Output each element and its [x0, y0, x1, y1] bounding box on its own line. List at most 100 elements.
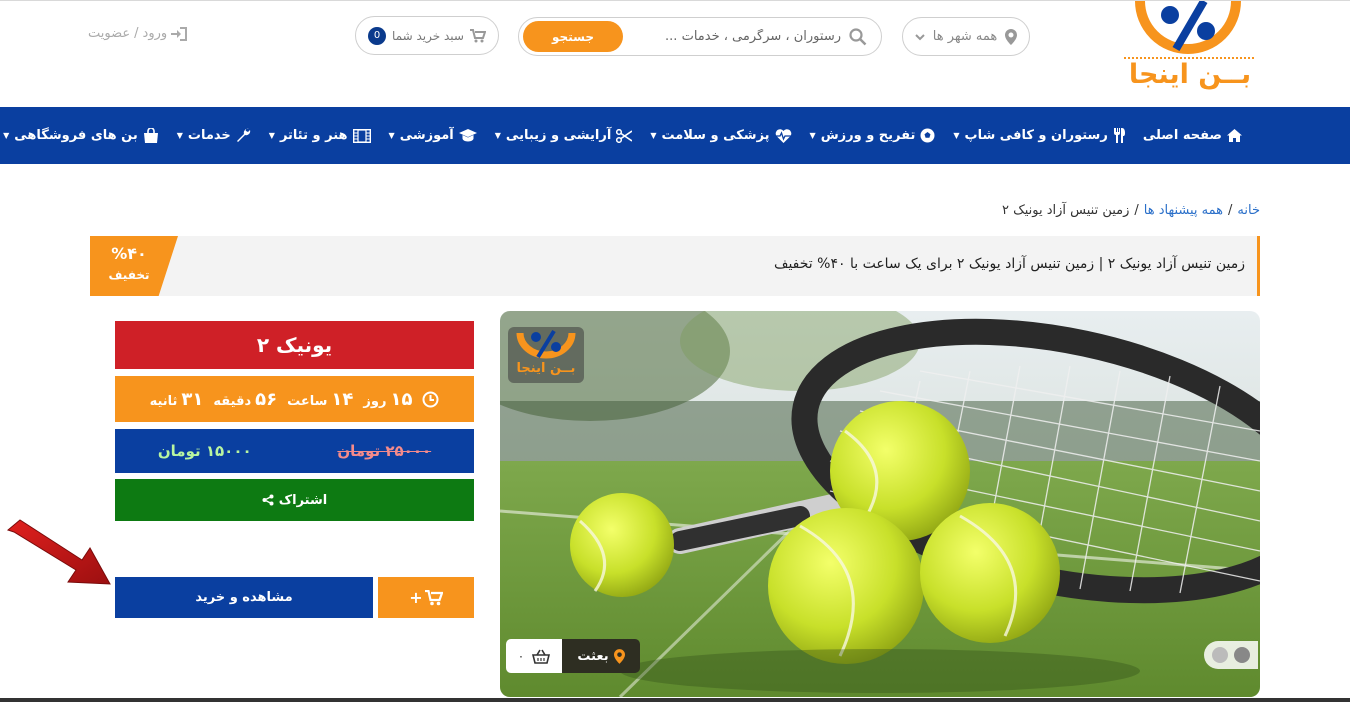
share-label: اشتراک — [278, 492, 328, 508]
countdown-seconds-value: ۳۱ — [181, 388, 204, 410]
countdown-hours: ۱۴ساعت — [287, 389, 353, 410]
nav-item-label: صفحه اصلی — [1142, 128, 1222, 143]
countdown-seconds: ۳۱ثانیه — [150, 389, 204, 410]
view-and-buy-button[interactable]: مشاهده و خرید — [115, 577, 373, 618]
countdown-seconds-label: ثانیه — [149, 393, 178, 409]
red-arrow-pointer — [6, 519, 111, 585]
deal-image[interactable]: بــن اینجا ۰ بعثت — [500, 311, 1260, 697]
add-to-cart-plus: + — [409, 588, 423, 607]
countdown-days: ۱۵روز — [363, 389, 412, 410]
caret-down-icon: ▼ — [388, 131, 395, 140]
breadcrumb-home[interactable]: خانه — [1237, 203, 1260, 218]
slider-dot[interactable] — [1212, 647, 1228, 663]
chevron-down-icon — [915, 33, 925, 40]
graduation-cap-icon — [458, 129, 477, 142]
nav-item-home[interactable]: صفحه اصلی — [1143, 128, 1242, 143]
caret-down-icon: ▼ — [268, 131, 275, 140]
nav-item-label: بن های فروشگاهی — [14, 128, 138, 143]
cart-label: سبد خرید شما — [392, 28, 464, 43]
cutlery-icon — [1113, 128, 1125, 143]
caret-down-icon: ▼ — [953, 131, 960, 140]
home-icon — [1227, 129, 1242, 142]
login-separator: / — [134, 26, 139, 41]
deal-name: یونیک ۲ — [115, 321, 474, 369]
nav-item-store-vouchers[interactable]: بن های فروشگاهی ▼ — [3, 128, 159, 143]
nav-item-label: تفریح و ورزش — [820, 128, 916, 143]
caret-down-icon: ▼ — [494, 131, 501, 140]
clock-icon — [422, 391, 439, 407]
image-watermark-text: بــن اینجا — [516, 361, 576, 376]
countdown-minutes: ۵۶دقیقه — [213, 389, 277, 410]
search-icon — [849, 27, 867, 45]
search-input[interactable] — [617, 29, 841, 44]
basket-count: ۰ — [517, 649, 525, 663]
deal-title-bar: زمین تنیس آزاد یونیک ۲ | زمین تنیس آزاد … — [90, 236, 1260, 296]
shopping-cart-icon — [424, 589, 443, 605]
register-link[interactable]: عضویت — [88, 26, 130, 41]
share-icon — [262, 494, 274, 506]
caret-down-icon: ▼ — [650, 131, 657, 140]
page-bottom-border — [0, 698, 1350, 702]
nav-item-label: پزشکی و سلامت — [661, 128, 770, 143]
discount-badge: %۴۰ تخفیف — [90, 236, 178, 296]
nav-item-education[interactable]: آموزشی ▼ — [389, 128, 477, 143]
countdown-minutes-label: دقیقه — [213, 393, 252, 409]
logo-text: بــن اینجا — [1128, 59, 1252, 90]
caret-down-icon: ▼ — [3, 131, 10, 140]
old-price: ۲۵۰۰۰ تومان — [337, 442, 432, 460]
cart-button[interactable]: سبد خرید شما 0 — [355, 16, 499, 55]
discount-percent: %۴۰ — [111, 244, 147, 263]
search-button[interactable]: جستجو — [523, 21, 623, 52]
basket-count-badge: ۰ — [506, 639, 562, 673]
discount-label: تخفیف — [108, 268, 150, 282]
nav-item-label: آموزشی — [399, 128, 454, 143]
login-register: ورود / عضویت — [88, 26, 188, 41]
map-marker-icon — [1005, 28, 1018, 45]
nav-item-beauty[interactable]: آرایشی و زیبایی ▼ — [495, 128, 633, 143]
nav-item-health[interactable]: پزشکی و سلامت ▼ — [650, 128, 791, 143]
nav-item-label: خدمات — [187, 128, 231, 143]
breadcrumb-separator: / — [1134, 203, 1139, 218]
caret-down-icon: ▼ — [176, 131, 183, 140]
nav-item-label: هنر و تئاتر — [279, 128, 348, 143]
city-select-label: همه شهر ها — [932, 29, 998, 44]
nav-item-label: آرایشی و زیبایی — [505, 128, 612, 143]
nav-item-services[interactable]: خدمات ▼ — [177, 128, 251, 143]
main-nav: صفحه اصلی رستوران و کافی شاپ ▼ تفریح و و… — [0, 107, 1350, 164]
shopping-bag-icon — [143, 128, 158, 143]
top-header: بــن اینجا همه شهر ها جستجو سبد خرید شما… — [0, 0, 1350, 107]
scissors-icon — [616, 128, 633, 143]
search-box: جستجو — [518, 17, 882, 56]
shopping-cart-icon — [469, 28, 486, 42]
countdown-hours-value: ۱۴ — [331, 388, 354, 410]
nav-item-label: رستوران و کافی شاپ — [964, 128, 1108, 143]
add-to-cart-button[interactable]: + — [378, 577, 474, 618]
location-label: بعثت — [577, 648, 609, 664]
basket-icon — [532, 649, 551, 664]
slider-dots — [1204, 641, 1258, 669]
countdown-timer: ۱۵روز ۱۴ساعت ۵۶دقیقه ۳۱ثانیه — [115, 376, 474, 422]
breadcrumb-separator: / — [1228, 203, 1233, 218]
breadcrumb: خانه / همه پیشنهاد ها / زمین تنیس آزاد ی… — [1002, 203, 1260, 218]
nav-item-art-theater[interactable]: هنر و تئاتر ▼ — [269, 128, 371, 143]
price-box: ۲۵۰۰۰ تومان ۱۵۰۰۰ تومان — [115, 429, 474, 473]
countdown-hours-label: ساعت — [287, 393, 328, 409]
breadcrumb-all-offers[interactable]: همه پیشنهاد ها — [1144, 203, 1223, 218]
location-badge: بعثت — [562, 639, 640, 673]
share-button[interactable]: اشتراک — [115, 479, 474, 521]
nav-item-fun-sports[interactable]: تفریح و ورزش ▼ — [810, 128, 936, 143]
nav-item-restaurants[interactable]: رستوران و کافی شاپ ▼ — [953, 128, 1125, 143]
wrench-icon — [236, 128, 250, 142]
slider-dot-active[interactable] — [1234, 647, 1250, 663]
breadcrumb-current: زمین تنیس آزاد یونیک ۲ — [1001, 203, 1130, 218]
caret-down-icon: ▼ — [809, 131, 816, 140]
login-link[interactable]: ورود — [143, 26, 168, 41]
countdown-days-label: روز — [363, 393, 387, 409]
sign-in-icon — [171, 26, 188, 41]
new-price: ۱۵۰۰۰ تومان — [157, 442, 252, 460]
soccer-ball-icon — [920, 128, 935, 143]
cart-count-badge: 0 — [368, 26, 387, 45]
film-icon — [352, 128, 371, 143]
countdown-minutes-value: ۵۶ — [255, 388, 278, 410]
city-select[interactable]: همه شهر ها — [902, 17, 1030, 56]
